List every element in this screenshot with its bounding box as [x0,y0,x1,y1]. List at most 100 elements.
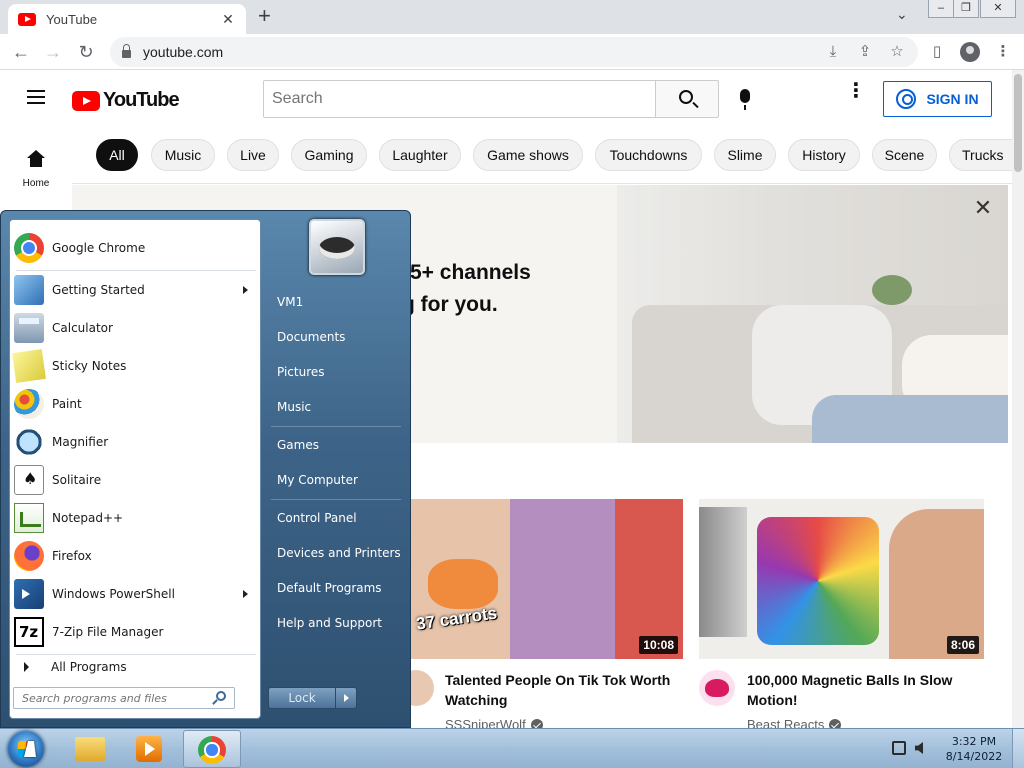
program-google-chrome[interactable]: Google Chrome [14,230,258,266]
program-label: Windows PowerShell [52,587,175,601]
program-calculator[interactable]: Calculator [14,310,258,346]
program-label: Google Chrome [52,241,146,255]
all-programs-label: All Programs [51,660,127,674]
hamburger-menu-icon[interactable] [27,90,45,104]
start-item-control-panel[interactable]: Control Panel [267,502,403,534]
video-title-1[interactable]: Talented People On Tik Tok Worth Watchin… [445,670,695,710]
all-programs-item[interactable]: All Programs [14,652,258,682]
shutdown-options-arrow-button[interactable] [335,687,357,709]
chip-game-shows[interactable]: Game shows [473,139,583,171]
program-windows-powershell[interactable]: Windows PowerShell [14,576,258,612]
channel-avatar-2[interactable] [699,670,735,706]
taskbar-windows-explorer[interactable] [60,730,118,768]
search-button[interactable] [655,80,719,118]
new-tab-button[interactable]: + [258,5,271,27]
lock-icon[interactable] [122,44,131,58]
start-item-documents[interactable]: Documents [267,321,403,353]
youtube-logo[interactable]: YouTube [72,89,180,112]
thumb-carrots [428,559,498,609]
sign-in-label: SIGN IN [926,91,979,107]
forward-button[interactable]: → [42,41,64,63]
guide-home-label: Home [22,178,50,189]
tab-close-button[interactable]: ✕ [220,11,236,28]
search-input[interactable] [263,80,656,118]
network-tray-icon[interactable] [892,741,906,755]
video-thumbnail-1[interactable]: 37 carrots 10:08 [410,499,683,659]
program-getting-started[interactable]: Getting Started [14,272,258,308]
start-search-icon[interactable] [216,691,226,701]
program-paint[interactable]: Paint [14,386,258,422]
chip-all[interactable]: All [96,139,138,171]
chrome-menu-icon[interactable]: ⋮ [994,43,1012,61]
window-restore-button[interactable]: ❐ [953,0,979,18]
tab-search-chevron-icon[interactable]: ⌄ [896,6,908,23]
user-account-picture[interactable] [309,219,365,275]
notepad-plus-plus-icon [14,503,44,533]
start-item-vm1[interactable]: VM1 [267,286,403,318]
sign-in-button[interactable]: SIGN IN [883,81,992,117]
system-clock[interactable]: 3:32 PM 8/14/2022 [944,734,1004,764]
address-bar[interactable]: youtube.com [110,37,918,67]
menu-separator [271,426,401,427]
video-duration: 10:08 [639,636,678,654]
page-scrollbar-thumb[interactable] [1014,74,1022,172]
install-app-icon[interactable]: ⤓ [824,43,842,61]
program-label: Getting Started [52,283,145,297]
tab-youtube[interactable]: YouTube ✕ [8,4,246,34]
chip-scene[interactable]: Scene [872,139,937,171]
program-magnifier[interactable]: Magnifier [14,424,258,460]
start-item-my-computer[interactable]: My Computer [267,464,403,496]
window-close-button[interactable]: ✕ [980,0,1016,18]
chip-laughter[interactable]: Laughter [379,139,461,171]
program-label: Firefox [52,549,92,563]
lock-button[interactable]: Lock [268,687,336,709]
program-sticky-notes[interactable]: Sticky Notes [12,348,258,384]
program-notepad-plus-plus[interactable]: Notepad++ [14,500,258,536]
volume-tray-icon[interactable] [915,742,923,754]
video-duration: 8:06 [946,636,979,654]
chip-slime[interactable]: Slime [714,139,776,171]
chip-trucks[interactable]: Trucks [949,139,1012,171]
guide-item-home[interactable]: Home [0,140,72,200]
taskbar-media-player[interactable] [120,730,178,768]
share-icon[interactable]: ⇪ [856,43,874,61]
start-item-devices-and-printers[interactable]: Devices and Printers [267,537,403,569]
bookmark-star-icon[interactable]: ☆ [888,43,906,61]
banner-line-2: g for you. [402,293,498,316]
banner-close-icon[interactable]: ✕ [972,197,994,219]
side-panel-icon[interactable]: ▯ [928,43,946,61]
taskbar: 3:32 PM 8/14/2022 [0,728,1024,768]
reload-button[interactable]: ↻ [75,41,97,63]
video-thumbnail-2[interactable]: 8:06 [699,499,984,659]
profile-avatar-icon[interactable] [960,42,980,62]
program-label: Calculator [52,321,113,335]
start-item-default-programs[interactable]: Default Programs [267,572,403,604]
chip-gaming[interactable]: Gaming [291,139,367,171]
more-options-icon[interactable]: ⋮ [846,81,866,110]
taskbar-google-chrome[interactable] [183,730,241,768]
chip-history[interactable]: History [788,139,860,171]
window-minimize-button[interactable]: – [928,0,954,18]
start-item-music[interactable]: Music [267,391,403,423]
chip-music[interactable]: Music [151,139,215,171]
chip-touchdowns[interactable]: Touchdowns [595,139,702,171]
program-firefox[interactable]: Firefox [14,538,258,574]
start-item-help-and-support[interactable]: Help and Support [267,607,403,639]
program-solitaire[interactable]: Solitaire [14,462,258,498]
program-7zip-file-manager[interactable]: 7-Zip File Manager [14,614,258,650]
microphone-icon[interactable] [740,89,750,110]
chip-live[interactable]: Live [227,139,279,171]
chrome-icon [14,233,44,263]
video-title-2[interactable]: 100,000 Magnetic Balls In Slow Motion! [747,670,987,710]
start-item-games[interactable]: Games [267,429,403,461]
solitaire-icon [14,465,44,495]
start-search-input[interactable] [13,687,235,709]
browser-tab-strip: YouTube ✕ + ⌄ – ❐ ✕ [0,0,1024,34]
show-desktop-button[interactable] [1012,729,1024,768]
banner-person-legs [812,395,1008,443]
submenu-arrow-icon [243,590,248,598]
start-item-pictures[interactable]: Pictures [267,356,403,388]
page-scrollbar[interactable] [1012,70,1024,728]
start-menu: Google Chrome Getting Started Calculator… [0,210,411,728]
back-button[interactable]: ← [10,41,32,63]
